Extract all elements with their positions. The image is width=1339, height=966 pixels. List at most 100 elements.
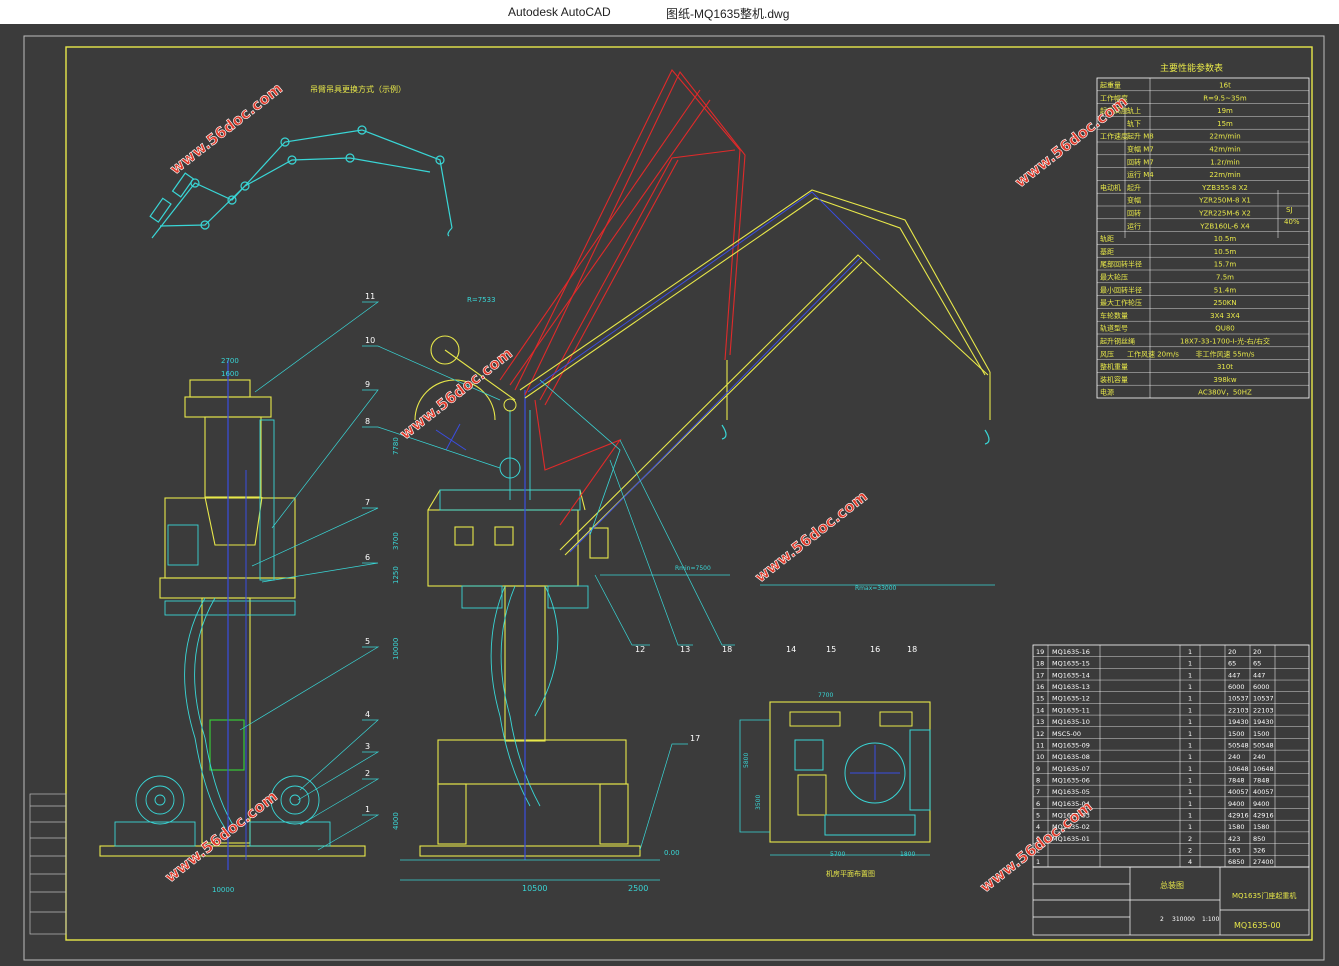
bom-cell: 42916 (1253, 812, 1274, 820)
bom-cell: 1 (1188, 812, 1192, 820)
spec-row-value: 310t (1217, 363, 1233, 371)
bom-cell: 7848 (1253, 776, 1270, 784)
svg-text:8: 8 (365, 417, 370, 426)
svg-text:1: 1 (365, 805, 370, 814)
spec-row-sub: 运行 (1127, 221, 1141, 230)
title-block-weight: 310000 (1172, 916, 1195, 923)
spec-row-label: 电动机 (1100, 183, 1121, 192)
title-block-count: 2 (1160, 916, 1164, 923)
bom-cell: 5 (1036, 812, 1040, 820)
bom-cell: 19430 (1253, 718, 1274, 726)
sketch-caption: 吊臂吊具更换方式（示例） (310, 84, 406, 94)
spec-row-value: 16t (1219, 82, 1231, 90)
bom-cell: 50548 (1228, 741, 1249, 749)
spec-row-sub: 回转 (1127, 209, 1141, 218)
spec-row-value: YZB355-8 X2 (1201, 184, 1248, 192)
bom-cell: 240 (1253, 753, 1265, 761)
dim-1250: 1250 (392, 566, 400, 584)
bom-cell: 7 (1036, 788, 1040, 796)
front-elevation (414, 335, 641, 860)
spec-row-label: 起升钢丝绳 (1100, 337, 1135, 346)
bom-cell: 20 (1228, 648, 1236, 656)
spec-row-value: 1.2r/min (1210, 158, 1240, 166)
bom-cell: 22103 (1228, 706, 1249, 714)
spec-row-label: 电源 (1100, 388, 1114, 397)
spec-row-value: 3X4 3X4 (1210, 312, 1240, 320)
bom-cell: 423 (1228, 835, 1240, 843)
watermarks: www.56doc.com www.56doc.com www.56doc.co… (161, 79, 1131, 897)
dim-10500: 10500 (522, 884, 547, 893)
bom-cell: 42916 (1228, 812, 1249, 820)
svg-text:11: 11 (365, 292, 375, 301)
dim-plan-1800: 1800 (900, 851, 915, 858)
dim-rmin: Rmin=7500 (675, 565, 711, 572)
spec-row-label: 整机重量 (1100, 362, 1128, 371)
spec-row-sub: 运行 M4 (1127, 170, 1154, 179)
bom-cell: 1 (1188, 741, 1192, 749)
bom-cell: 1500 (1228, 730, 1245, 738)
dim-3700: 3700 (392, 532, 400, 550)
bom-cell: 1 (1188, 671, 1192, 679)
spec-row-value: 22m/min (1209, 171, 1240, 179)
spec-row-value: 15m (1217, 120, 1233, 128)
bom-cell: 1 (1188, 776, 1192, 784)
spec-row-label: 起重量 (1100, 82, 1121, 90)
dim-plan-3500: 3500 (755, 795, 762, 810)
spec-sj: SJ (1286, 206, 1293, 214)
spec-row-sub: 工作风速 20m/s (1127, 349, 1179, 358)
svg-text:16: 16 (870, 645, 880, 654)
level-000: 0.00 (664, 849, 680, 857)
svg-text:www.56doc.com: www.56doc.com (1011, 92, 1131, 191)
svg-text:17: 17 (690, 734, 700, 743)
svg-text:10: 10 (365, 336, 375, 345)
bom-cell: 50548 (1253, 741, 1274, 749)
dim-10000: 10000 (212, 886, 234, 894)
bom-cell: MQ1635-08 (1052, 753, 1090, 761)
drawing-canvas[interactable]: 吊臂吊具更换方式（示例） 2700 1600 10000 R=7533 7780… (0, 24, 1339, 962)
bom-cell: 1 (1188, 683, 1192, 691)
bom-cell: 10537 (1253, 695, 1274, 703)
svg-text:6: 6 (365, 553, 370, 562)
bom-cell: 1 (1036, 858, 1040, 866)
bom-cell: 9400 (1253, 800, 1270, 808)
bom-cell: MSC5-00 (1052, 730, 1081, 738)
bom-cell: MQ1635-10 (1052, 718, 1090, 726)
spec-row-value: 非工作风速 55m/s (1196, 349, 1255, 358)
bom-cell: 7848 (1228, 776, 1245, 784)
spec-row-sub: 变幅 M7 (1127, 145, 1154, 154)
revision-block (29, 793, 67, 935)
bom-cell: 2 (1188, 835, 1192, 843)
bom-cell: MQ1635-16 (1052, 648, 1090, 656)
bom-cell: 163 (1228, 847, 1240, 855)
bom-cell: 6000 (1253, 683, 1270, 691)
bom-cell: 65 (1253, 660, 1261, 668)
bom-cell: 10 (1036, 753, 1044, 761)
dim-rmax: Rmax=33000 (855, 585, 897, 592)
svg-text:4: 4 (365, 710, 370, 719)
spec-row-label: 轨距 (1100, 234, 1114, 243)
spec-row-value: R=9.5~35m (1203, 94, 1247, 102)
boom-red (499, 69, 746, 526)
svg-text:www.56doc.com: www.56doc.com (161, 787, 281, 886)
plan-caption: 机房平面布置图 (826, 869, 875, 878)
bom-cell: 9 (1036, 765, 1040, 773)
spec-row-sub: 轨下 (1127, 119, 1141, 128)
bom-cell: 19430 (1228, 718, 1249, 726)
bom-cell: MQ1635-11 (1052, 706, 1090, 714)
bom-cell: 1 (1188, 695, 1192, 703)
svg-text:7: 7 (365, 498, 370, 507)
spec-row-value: 18X7-33-1700-I-光-右/右交 (1180, 337, 1270, 346)
cad-drawing: 吊臂吊具更换方式（示例） 2700 1600 10000 R=7533 7780… (23, 35, 1325, 961)
bom-cell: 65 (1228, 660, 1236, 668)
bom-cell: 40057 (1228, 788, 1249, 796)
spec-row-label: 最大工作轮压 (1100, 298, 1142, 307)
svg-text:9: 9 (365, 380, 370, 389)
bom-cell: 10648 (1253, 765, 1274, 773)
bom-cell: 12 (1036, 730, 1044, 738)
bom-cell: 1 (1188, 706, 1192, 714)
bom-cell: 19 (1036, 648, 1044, 656)
svg-text:14: 14 (786, 645, 796, 654)
spec-row-value: 51.4m (1214, 286, 1237, 294)
bom-cell: MQ1635-12 (1052, 695, 1090, 703)
bom-cell: 1 (1188, 765, 1192, 773)
